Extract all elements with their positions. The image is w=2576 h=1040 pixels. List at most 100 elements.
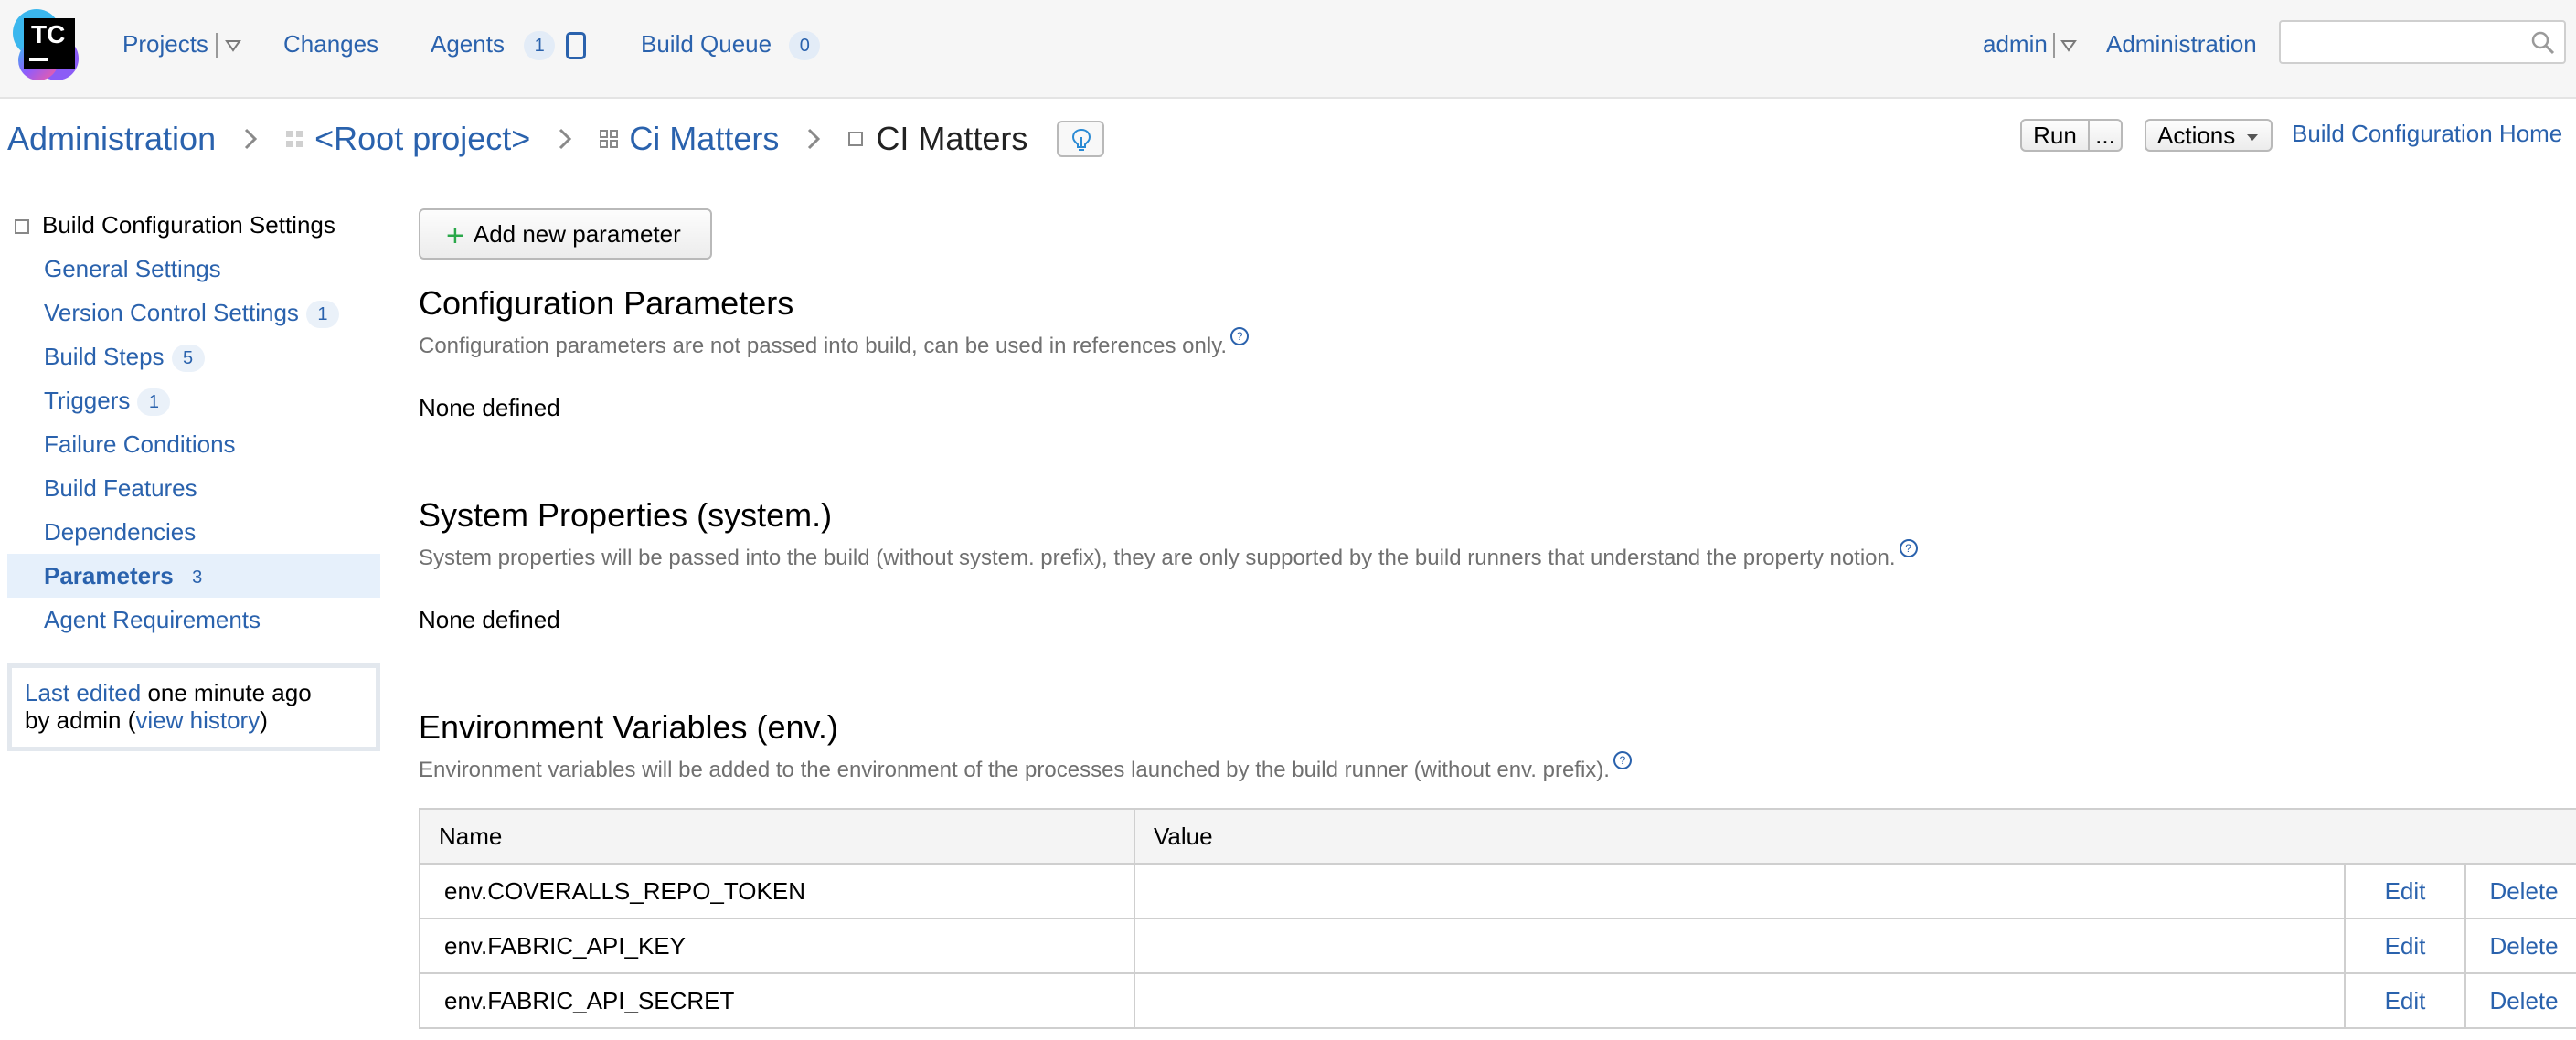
sidebar-item-failure-conditions[interactable]: Failure Conditions (7, 422, 380, 466)
run-custom-button[interactable]: ... (2088, 119, 2123, 152)
build-configuration-icon (15, 219, 29, 235)
sidebar-heading[interactable]: Build Configuration Settings (7, 203, 380, 247)
triangle-down-icon[interactable] (2060, 39, 2077, 52)
delete-link[interactable]: Delete (2464, 918, 2576, 974)
nav-administration[interactable]: Administration (2106, 27, 2257, 60)
sidebar-item-version-control-settings[interactable]: Version Control Settings 1 (7, 291, 380, 334)
breadcrumb-administration[interactable]: Administration (7, 113, 216, 164)
sidebar-item-label[interactable]: General Settings (44, 255, 221, 282)
run-button[interactable]: Run (2020, 119, 2090, 152)
nav-agents-label[interactable]: Agents (431, 30, 505, 58)
environment-variables-table: Name Value env.COVERALLS_REPO_TOKEN Edit… (419, 808, 2576, 1029)
sidebar-item-label[interactable]: Agent Requirements (44, 606, 261, 633)
column-header-name: Name (419, 808, 1135, 865)
environment-variables-title: Environment Variables (env.) (419, 708, 838, 746)
count-badge: 5 (171, 345, 205, 373)
nav-projects[interactable]: Projects (122, 27, 241, 60)
sidebar-item-label[interactable]: Failure Conditions (44, 430, 236, 458)
table-row[interactable]: env.COVERALLS_REPO_TOKEN Edit Delete (419, 863, 2576, 919)
sidebar-item-build-features[interactable]: Build Features (7, 466, 380, 510)
agent-status-icon[interactable] (566, 32, 587, 60)
breadcrumb-ci-matters-project[interactable]: Ci Matters (629, 113, 779, 164)
delete-link[interactable]: Delete (2464, 972, 2576, 1029)
top-navigation-bar: TC Projects Changes Agents 1 Build Queue… (0, 0, 2576, 99)
search-box[interactable] (2279, 20, 2566, 64)
parameter-value[interactable] (1134, 863, 2346, 919)
parameter-name[interactable]: env.COVERALLS_REPO_TOKEN (419, 863, 1135, 919)
nav-changes[interactable]: Changes (283, 27, 378, 60)
edit-link[interactable]: Edit (2344, 972, 2466, 1029)
build-configuration-home-link[interactable]: Build Configuration Home (2292, 117, 2562, 150)
nav-build-queue-label[interactable]: Build Queue (641, 30, 772, 58)
sidebar-item-label[interactable]: Parameters (44, 562, 174, 589)
lightbulb-button[interactable] (1057, 121, 1105, 158)
search-icon[interactable] (2531, 31, 2555, 55)
system-properties-title: System Properties (system.) (419, 496, 833, 534)
table-row[interactable]: env.FABRIC_API_KEY Edit Delete (419, 918, 2576, 974)
count-badge: 1 (305, 301, 339, 329)
sidebar-item-label[interactable]: Build Steps (44, 343, 165, 370)
description-text: Configuration parameters are not passed … (419, 334, 1228, 358)
nav-build-queue[interactable]: Build Queue 0 (641, 27, 821, 61)
build-queue-count-badge: 0 (789, 31, 821, 61)
sidebar-heading-label: Build Configuration Settings (42, 211, 335, 239)
column-header-value: Value (1133, 808, 2576, 865)
project-grid-icon (286, 131, 303, 148)
sidebar-item-label[interactable]: Build Features (44, 474, 197, 502)
chevron-right-icon (559, 129, 572, 150)
parameter-name[interactable]: env.FABRIC_API_SECRET (419, 972, 1135, 1029)
sidebar-item-agent-requirements[interactable]: Agent Requirements (7, 598, 380, 642)
sidebar-item-dependencies[interactable]: Dependencies (7, 510, 380, 554)
nav-user-menu[interactable]: admin (1983, 27, 2077, 60)
actions-menu-button[interactable]: Actions (2145, 119, 2273, 152)
sidebar-item-triggers[interactable]: Triggers 1 (7, 378, 380, 422)
last-edited-close: ) (260, 706, 268, 734)
last-edited-by: by admin ( (25, 706, 136, 734)
help-icon[interactable]: ? (1613, 751, 1632, 769)
count-badge: 3 (192, 568, 203, 589)
agents-count-badge: 1 (524, 31, 556, 61)
nav-agents[interactable]: Agents 1 (431, 27, 587, 61)
add-new-parameter-label[interactable]: Add new parameter (474, 220, 681, 248)
sidebar-item-label[interactable]: Version Control Settings (44, 299, 299, 326)
last-edited-time: one minute ago (141, 679, 312, 706)
environment-variables-description: Environment variables will be added to t… (419, 751, 1632, 784)
system-properties-description: System properties will be passed into th… (419, 539, 1918, 572)
actions-label[interactable]: Actions (2157, 122, 2235, 149)
parameter-value[interactable] (1134, 918, 2346, 974)
teamcity-logo[interactable]: TC (11, 5, 88, 82)
settings-sidebar: Build Configuration Settings General Set… (7, 203, 380, 642)
last-edited-box: Last edited one minute ago by admin (vie… (7, 663, 380, 751)
last-edited-link[interactable]: Last edited (25, 679, 141, 706)
breadcrumb-current-build-config: CI Matters (876, 120, 1028, 158)
add-new-parameter-button[interactable]: + Add new parameter (419, 208, 712, 260)
search-input[interactable] (2288, 24, 2529, 62)
configuration-parameters-title: Configuration Parameters (419, 284, 794, 322)
divider (2052, 33, 2055, 59)
sidebar-item-label[interactable]: Dependencies (44, 518, 196, 546)
triangle-down-icon[interactable] (225, 39, 241, 52)
sidebar-item-label[interactable]: Triggers (44, 387, 130, 414)
user-name[interactable]: admin (1983, 30, 2048, 58)
nav-projects-label[interactable]: Projects (122, 30, 208, 58)
help-icon[interactable]: ? (1230, 327, 1250, 345)
sidebar-item-build-steps[interactable]: Build Steps 5 (7, 334, 380, 378)
help-icon[interactable]: ? (1899, 539, 1918, 557)
divider (215, 33, 218, 59)
breadcrumb-root-project[interactable]: <Root project> (314, 113, 530, 164)
chevron-right-icon (245, 129, 258, 150)
edit-link[interactable]: Edit (2344, 918, 2466, 974)
caret-down-icon (2246, 134, 2258, 142)
view-history-link[interactable]: view history (135, 706, 260, 734)
project-grid-icon (600, 130, 619, 149)
edit-link[interactable]: Edit (2344, 863, 2466, 919)
parameter-name[interactable]: env.FABRIC_API_KEY (419, 918, 1135, 974)
sidebar-item-parameters[interactable]: Parameters 3 (7, 554, 380, 598)
parameter-value[interactable] (1134, 972, 2346, 1029)
delete-link[interactable]: Delete (2464, 863, 2576, 919)
description-text: System properties will be passed into th… (419, 546, 1896, 570)
table-row[interactable]: env.FABRIC_API_SECRET Edit Delete (419, 972, 2576, 1029)
chevron-right-icon (808, 129, 821, 150)
system-properties-empty: None defined (419, 606, 560, 633)
sidebar-item-general-settings[interactable]: General Settings (7, 247, 380, 291)
